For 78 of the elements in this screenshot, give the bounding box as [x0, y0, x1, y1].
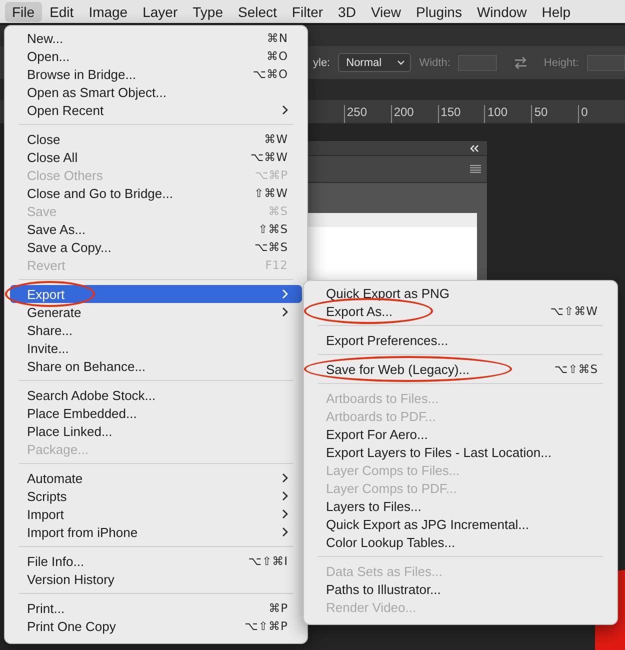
menu-bar-item[interactable]: File	[5, 2, 42, 22]
collapse-icon[interactable]	[470, 144, 479, 152]
ruler-label: 150	[438, 105, 484, 123]
menu-item[interactable]: Layers to Files...	[309, 497, 612, 515]
width-field[interactable]	[458, 54, 497, 70]
menu-bar-item[interactable]: Select	[231, 2, 284, 22]
menu-item[interactable]: Export Layers to Files - Last Location...	[309, 443, 612, 461]
style-label: yle:	[313, 56, 330, 68]
shortcut-label: ⌘N	[266, 31, 288, 45]
menu-bar-item[interactable]: Type	[186, 2, 230, 22]
ruler-label: 250	[344, 105, 391, 123]
style-dropdown[interactable]: Normal	[338, 53, 412, 72]
menu-item[interactable]: Scripts	[10, 487, 302, 505]
height-field[interactable]	[586, 54, 625, 70]
menu-bar-item[interactable]: Filter	[284, 2, 330, 22]
menu-item[interactable]: Automate	[10, 469, 302, 487]
shortcut-label: ⇧⌘W	[254, 186, 288, 200]
shortcut-label: ⌥⌘O	[252, 67, 288, 81]
menu-item[interactable]: Close ⌘W	[10, 130, 302, 148]
menu-item[interactable]: Export Preferences...	[309, 331, 612, 349]
menu-item[interactable]: Share on Behance...	[10, 357, 302, 375]
shortcut-label: ⌘O	[266, 49, 288, 63]
menu-item[interactable]: Import	[10, 505, 302, 523]
swap-icon[interactable]	[512, 56, 528, 70]
menu-bar-item[interactable]: Edit	[42, 2, 81, 22]
shortcut-label: ⌘W	[264, 132, 288, 146]
menu-item[interactable]: Browse in Bridge... ⌥⌘O	[10, 65, 302, 83]
ruler-label: 100	[484, 105, 532, 123]
ruler-label: 0	[578, 105, 625, 123]
menu-item[interactable]: Import from iPhone	[10, 523, 302, 541]
shortcut-label: ⌘P	[268, 601, 288, 615]
menu-bar-item[interactable]: Layer	[136, 2, 185, 22]
ruler-label: 50	[531, 105, 578, 123]
menu-item[interactable]: File Info... ⌥⇧⌘I	[10, 552, 302, 570]
menu-item[interactable]: Print One Copy ⌥⇧⌘P	[10, 617, 302, 635]
menu-item[interactable]: Close and Go to Bridge... ⇧⌘W	[10, 184, 302, 202]
menu-item[interactable]: Export	[10, 285, 302, 303]
shortcut-label: ⌥⌘W	[250, 150, 288, 164]
menu-item[interactable]: Color Lookup Tables...	[309, 533, 612, 551]
menu-item[interactable]: Save for Web (Legacy)... ⌥⇧⌘S	[309, 360, 612, 378]
shortcut-label: ⌥⇧⌘W	[550, 304, 598, 318]
menu-item[interactable]: Place Linked...	[10, 422, 302, 440]
ruler-label: 200	[390, 105, 438, 123]
menu-item[interactable]: Open Recent	[10, 101, 302, 119]
menu-item[interactable]: Search Adobe Stock...	[10, 386, 302, 404]
menu-icon[interactable]	[470, 165, 481, 173]
menu-item[interactable]: Generate	[10, 303, 302, 321]
menu-item[interactable]: Print... ⌘P	[10, 599, 302, 617]
menu-item[interactable]: Quick Export as JPG Incremental...	[309, 515, 612, 533]
shortcut-label: ⌥⇧⌘S	[554, 362, 598, 376]
menu-item[interactable]: Export As... ⌥⇧⌘W	[309, 302, 612, 320]
menu-item[interactable]: Open... ⌘O	[10, 47, 302, 65]
width-label: Width:	[419, 56, 450, 68]
menu-item[interactable]: Close All ⌥⌘W	[10, 148, 302, 166]
menu-item[interactable]: Save As... ⇧⌘S	[10, 220, 302, 238]
menu-item[interactable]: Save a Copy... ⌥⌘S	[10, 238, 302, 256]
shortcut-label: ⌥⌘P	[254, 168, 288, 182]
shortcut-label: F12	[265, 258, 288, 272]
shortcut-label: ⌥⌘S	[254, 240, 288, 254]
menu-item[interactable]: Quick Export as PNG	[309, 284, 612, 302]
menu-bar-item[interactable]: View	[364, 2, 408, 22]
menu-item[interactable]: Place Embedded...	[10, 404, 302, 422]
shortcut-label: ⌥⇧⌘P	[244, 619, 288, 633]
menu-item[interactable]: Export For Aero...	[309, 425, 612, 443]
menu-item[interactable]: Version History	[10, 570, 302, 588]
menu-bar-item[interactable]: Help	[534, 2, 578, 22]
menu-item[interactable]: Share...	[10, 321, 302, 339]
height-label: Height:	[544, 56, 579, 68]
chevron-down-icon	[397, 60, 406, 65]
shortcut-label: ⌘S	[268, 204, 288, 218]
menu-item[interactable]: Paths to Illustrator...	[309, 580, 612, 598]
menu-bar-item[interactable]: Plugins	[409, 2, 469, 22]
menu-item[interactable]: Invite...	[10, 339, 302, 357]
shortcut-label: ⌥⇧⌘I	[248, 554, 288, 568]
menu-bar-item[interactable]: 3D	[331, 2, 363, 22]
menu-bar-item[interactable]: Window	[470, 2, 534, 22]
menu-bar-item[interactable]: Image	[82, 2, 135, 22]
shortcut-label: ⇧⌘S	[258, 222, 288, 236]
